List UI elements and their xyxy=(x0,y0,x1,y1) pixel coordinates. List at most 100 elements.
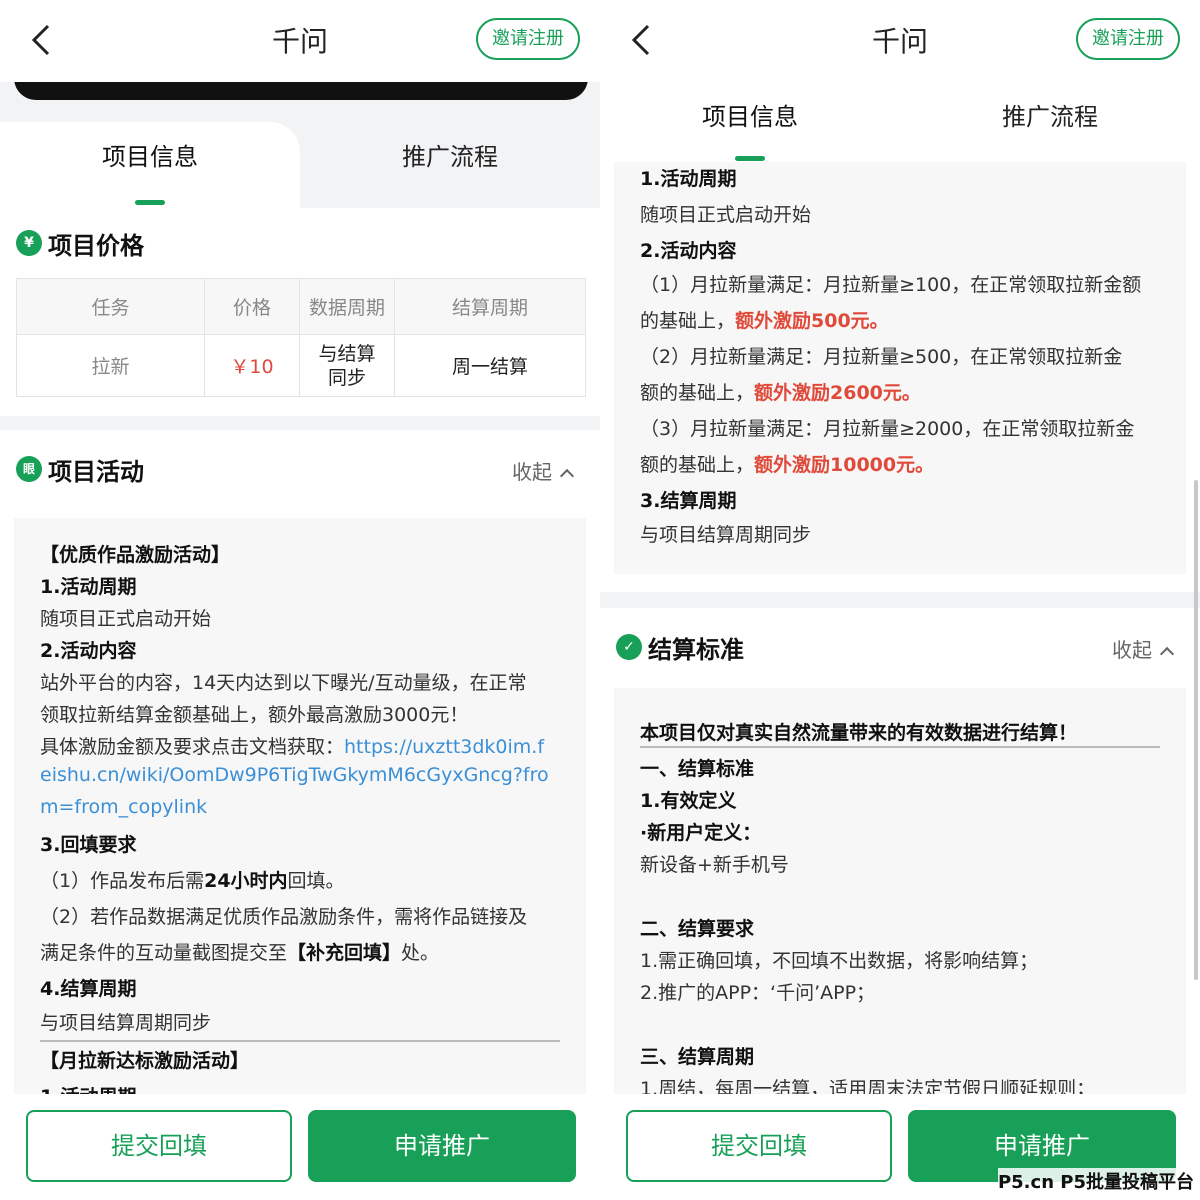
submit-backfill-button[interactable]: 提交回填 xyxy=(26,1110,292,1182)
chevron-up-icon xyxy=(559,468,575,484)
backfill-line-2: （2）若作品数据满足优质作品激励条件，需将作品链接及 xyxy=(40,906,528,928)
table-row: 拉新 ￥10 与结算 同步 周一结算 xyxy=(16,334,586,397)
cell-price: ￥10 xyxy=(204,334,300,397)
backfill-line-1: （1）作品发布后需24小时内回填。 xyxy=(40,866,345,893)
top-bar: 千问 邀请注册 xyxy=(600,0,1200,82)
backfill-title: 3.回填要求 xyxy=(40,834,137,856)
backfill-l1-b: 24小时内 xyxy=(204,870,288,892)
doc-prompt: 具体激励金额及要求点击文档获取： xyxy=(40,736,345,758)
top-bar: 千问 邀请注册 xyxy=(0,0,600,82)
tab-bar: 项目信息 推广流程 xyxy=(600,82,1200,162)
settle-cycle-text: 与项目结算周期同步 xyxy=(640,524,812,546)
doc-link-cont-1[interactable]: eishu.cn/wiki/OomDw9P6TigTwGkymM6cGyxGnc… xyxy=(40,764,549,786)
tier-1-bonus: 额外激励500元。 xyxy=(735,310,889,332)
settlement-content-box: 本项目仅对真实自然流量带来的有效数据进行结算！ 一、结算标准 1.有效定义 ·新… xyxy=(614,688,1186,1108)
cycle-title: 1.活动周期 xyxy=(640,168,737,190)
new-user-definition-title: ·新用户定义： xyxy=(640,822,762,844)
settle-cycle-title: 3.结算周期 xyxy=(640,490,737,512)
price-card: ¥ 项目价格 任务 价格 数据周期 结算周期 拉新 ￥10 与结算 同步 周一结… xyxy=(0,208,600,416)
backfill-l3-b: 【补充回填】 xyxy=(287,942,402,964)
tab-bar: 项目信息 推广流程 xyxy=(0,122,600,208)
yuan-icon: ¥ xyxy=(16,230,42,256)
chevron-up-icon xyxy=(1159,646,1175,662)
header-price: 价格 xyxy=(204,278,300,335)
new-user-definition-text: 新设备+新手机号 xyxy=(640,854,789,876)
divider xyxy=(640,746,1160,748)
valid-definition-title: 1.有效定义 xyxy=(640,790,737,812)
price-section-header: ¥ 项目价格 xyxy=(0,214,600,274)
invite-register-button[interactable]: 邀请注册 xyxy=(476,18,580,60)
activity-section-title: 项目活动 xyxy=(48,458,144,486)
collapse-toggle[interactable]: 收起 xyxy=(512,456,575,485)
divider xyxy=(40,1040,560,1042)
tier-2-base: 额的基础上， xyxy=(640,382,755,404)
tier-2-bonus: 额外激励2600元。 xyxy=(754,382,921,404)
activity-heading: 【优质作品激励活动】 xyxy=(40,544,231,566)
cell-task: 拉新 xyxy=(16,334,205,397)
tier-3-base: 额的基础上， xyxy=(640,454,755,476)
watermark-text: P5.cn P5批量投稿平台 xyxy=(997,1168,1194,1194)
invite-register-button[interactable]: 邀请注册 xyxy=(1076,18,1180,60)
tier-2-line-1: （2）月拉新量满足：月拉新量≥500，在正常领取拉新金 xyxy=(640,346,1123,368)
backfill-l1-c: 回填。 xyxy=(287,870,345,892)
header-data-period: 数据周期 xyxy=(299,278,395,335)
cell-data-period: 与结算 同步 xyxy=(299,334,395,397)
requirement-2: 2.推广的APP：‘千问’APP； xyxy=(640,982,876,1004)
content-title: 2.活动内容 xyxy=(40,640,137,662)
check-icon: ✓ xyxy=(616,634,642,660)
activity-continued-card: 1.活动周期 随项目正式启动开始 2.活动内容 （1）月拉新量满足：月拉新量≥1… xyxy=(600,162,1200,592)
content-line-3: 具体激励金额及要求点击文档获取：https://uxztt3dk0im.f xyxy=(40,732,544,759)
cycle-text: 随项目正式启动开始 xyxy=(640,204,812,226)
settle-cycle-text: 与项目结算周期同步 xyxy=(40,1012,212,1034)
collapse-label: 收起 xyxy=(1112,638,1152,662)
activity-content-box: 1.活动周期 随项目正式启动开始 2.活动内容 （1）月拉新量满足：月拉新量≥1… xyxy=(614,162,1186,574)
tab-promotion-flow[interactable]: 推广流程 xyxy=(900,82,1200,168)
activity-heading-2: 【月拉新达标激励活动】 xyxy=(40,1050,250,1072)
cycle-heading: 三、结算周期 xyxy=(640,1046,755,1068)
bottom-action-bar: 提交回填 申请推广 xyxy=(0,1094,600,1200)
apply-promotion-button[interactable]: 申请推广 xyxy=(308,1110,576,1182)
header-task: 任务 xyxy=(16,278,205,335)
price-section-title: 项目价格 xyxy=(48,232,144,260)
activity-section-header: 眼 项目活动 收起 xyxy=(0,440,600,500)
scrollbar[interactable] xyxy=(1194,480,1198,980)
left-phone-screen: 千问 邀请注册 项目信息 推广流程 ¥ 项目价格 任务 价格 数据周期 结算周期… xyxy=(0,0,600,1200)
tab-project-info[interactable]: 项目信息 xyxy=(0,122,300,208)
eye-icon: 眼 xyxy=(16,456,42,482)
backfill-line-3: 满足条件的互动量截图提交至【补充回填】处。 xyxy=(40,938,439,965)
activity-card: 眼 项目活动 收起 【优质作品激励活动】 1.活动周期 随项目正式启动开始 2.… xyxy=(0,430,600,1118)
backfill-l3-c: 处。 xyxy=(401,942,440,964)
tier-1-line-1: （1）月拉新量满足：月拉新量≥100，在正常领取拉新金额 xyxy=(640,274,1142,296)
tier-1-line-2: 的基础上，额外激励500元。 xyxy=(640,306,889,333)
cycle-text: 随项目正式启动开始 xyxy=(40,608,212,630)
standard-heading: 一、结算标准 xyxy=(640,758,755,780)
collapse-label: 收起 xyxy=(512,460,552,484)
doc-link-cont-2[interactable]: m=from_copylink xyxy=(40,796,207,818)
requirement-1: 1.需正确回填，不回填不出数据，将影响结算； xyxy=(640,950,1039,972)
tab-promotion-flow[interactable]: 推广流程 xyxy=(300,122,600,208)
active-tab-indicator xyxy=(135,200,165,205)
tier-1-base: 的基础上， xyxy=(640,310,736,332)
doc-link[interactable]: https://uxztt3dk0im.f xyxy=(344,736,544,758)
tier-2-line-2: 额的基础上，额外激励2600元。 xyxy=(640,378,921,405)
price-table: 任务 价格 数据周期 结算周期 拉新 ￥10 与结算 同步 周一结算 xyxy=(16,278,586,397)
settlement-notice: 本项目仅对真实自然流量带来的有效数据进行结算！ xyxy=(640,722,1078,744)
content-title: 2.活动内容 xyxy=(640,240,737,262)
header-settle-period: 结算周期 xyxy=(394,278,586,335)
price-table-header-row: 任务 价格 数据周期 结算周期 xyxy=(16,278,586,335)
tier-3-line-1: （3）月拉新量满足：月拉新量≥2000，在正常领取拉新金 xyxy=(640,418,1135,440)
settlement-section-header: ✓ 结算标准 收起 xyxy=(600,618,1200,678)
settle-cycle-title: 4.结算周期 xyxy=(40,978,137,1000)
right-phone-screen: 千问 邀请注册 项目信息 推广流程 1.活动周期 随项目正式启动开始 2.活动内… xyxy=(600,0,1200,1200)
collapse-toggle[interactable]: 收起 xyxy=(1112,634,1175,663)
content-line-2: 领取拉新结算金额基础上，额外最高激励3000元！ xyxy=(40,704,469,726)
backfill-l3-a: 满足条件的互动量截图提交至 xyxy=(40,942,288,964)
cycle-title: 1.活动周期 xyxy=(40,576,137,598)
tier-3-line-2: 额的基础上，额外激励10000元。 xyxy=(640,450,934,477)
submit-backfill-button[interactable]: 提交回填 xyxy=(626,1110,892,1182)
settlement-section-title: 结算标准 xyxy=(648,636,744,664)
activity-content-box: 【优质作品激励活动】 1.活动周期 随项目正式启动开始 2.活动内容 站外平台的… xyxy=(14,518,586,1118)
settlement-card: ✓ 结算标准 收起 本项目仅对真实自然流量带来的有效数据进行结算！ 一、结算标准… xyxy=(600,608,1200,1108)
backfill-l1-a: （1）作品发布后需 xyxy=(40,870,205,892)
tier-3-bonus: 额外激励10000元。 xyxy=(754,454,935,476)
